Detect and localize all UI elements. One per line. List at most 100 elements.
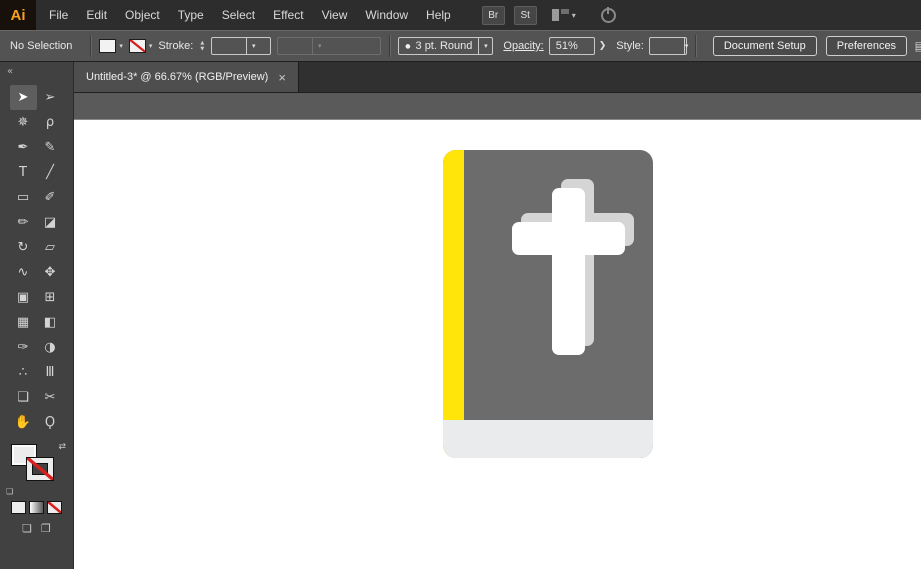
hand-tool[interactable]: ✋ [10, 410, 37, 435]
pasteboard [74, 93, 921, 120]
stroke-chevron-icon[interactable]: ▾ [149, 42, 153, 50]
bridge-button[interactable]: Br [481, 5, 505, 25]
document-setup-button[interactable]: Document Setup [712, 36, 817, 56]
free-transform-tool[interactable]: ✥ [37, 260, 64, 285]
separator [694, 35, 696, 57]
slice-tool[interactable]: ✂ [37, 385, 64, 410]
variable-width-profile-dropdown: ▾ [277, 37, 382, 55]
book-pages [443, 420, 653, 458]
workspace-switcher[interactable]: ▾ [551, 9, 576, 21]
scale-tool[interactable]: ▱ [37, 235, 64, 260]
stroke-swatch[interactable] [27, 458, 53, 480]
preferences-button[interactable]: Preferences [825, 36, 908, 56]
cross-icon [512, 222, 625, 255]
draw-behind-icon[interactable]: ❐ [41, 522, 51, 535]
book-spine [443, 150, 464, 458]
opacity-field[interactable]: 51% [548, 37, 595, 55]
line-segment-tool[interactable]: ╱ [37, 160, 64, 185]
shaper-tool[interactable]: ✎ [37, 135, 64, 160]
menu-type[interactable]: Type [169, 0, 213, 30]
perspective-grid-tool[interactable]: ⊞ [37, 285, 64, 310]
chevron-down-icon: ▾ [571, 10, 576, 20]
eraser-tool[interactable]: ◪ [37, 210, 64, 235]
stroke-weight-stepper[interactable]: ▲ ▼ [196, 37, 208, 55]
paintbrush-tool[interactable]: ✐ [37, 185, 64, 210]
document-tab-bar: Untitled-3* @ 66.67% (RGB/Preview) × [74, 62, 921, 93]
chevron-down-icon[interactable]: ▾ [478, 38, 492, 54]
fill-chevron-icon[interactable]: ▾ [119, 42, 123, 50]
menu-edit[interactable]: Edit [77, 0, 116, 30]
chevron-down-icon: ▾ [312, 38, 326, 54]
mesh-tool[interactable]: ▦ [10, 310, 37, 335]
menu-window[interactable]: Window [356, 0, 417, 30]
menu-effect[interactable]: Effect [264, 0, 312, 30]
panel-edge-icon[interactable]: ▤ [915, 39, 921, 53]
illustrator-logo: Ai [0, 0, 36, 30]
separator [389, 35, 391, 57]
opacity-label[interactable]: Opacity: [503, 40, 543, 52]
stroke-label: Stroke: [158, 40, 194, 52]
menu-select[interactable]: Select [213, 0, 264, 30]
direct-selection-tool[interactable]: ➢ [37, 85, 64, 110]
stroke-weight-dropdown[interactable]: ▾ [211, 37, 272, 55]
menu-file[interactable]: File [40, 0, 77, 30]
pencil-tool[interactable]: ✏ [10, 210, 37, 235]
power-icon[interactable] [600, 6, 616, 23]
type-tool[interactable]: T [10, 160, 37, 185]
lasso-tool[interactable]: ρ [37, 110, 64, 135]
column-graph-tool[interactable]: Ⅲ [37, 360, 64, 385]
rectangle-tool[interactable]: ▭ [10, 185, 37, 210]
brush-preset: ● 3 pt. Round [405, 40, 473, 52]
drawing-mode-buttons: ❏ ❐ [0, 522, 73, 535]
brush-definition-dropdown[interactable]: ● 3 pt. Round ▾ [398, 37, 494, 55]
symbol-sprayer-tool[interactable]: ∴ [10, 360, 37, 385]
pen-tool[interactable]: ✒ [10, 135, 37, 160]
menu-help[interactable]: Help [417, 0, 460, 30]
blend-tool[interactable]: ◑ [37, 335, 64, 360]
tool-grid: ➤ ➢ ✵ ρ ✒ ✎ T ╱ ▭ ✐ ✏ ◪ ↻ ▱ ∿ ✥ ▣ ⊞ ▦ ◧ … [9, 85, 64, 435]
selection-tool[interactable]: ➤ [9, 85, 37, 110]
magic-wand-tool[interactable]: ✵ [10, 110, 37, 135]
stroke-color-swatch[interactable] [128, 39, 146, 53]
rotate-tool[interactable]: ↻ [10, 235, 37, 260]
swap-fill-stroke-icon[interactable]: ⇄ [58, 442, 66, 452]
fill-stroke-controls: ⇄ ❏ [0, 441, 73, 497]
document-tab[interactable]: Untitled-3* @ 66.67% (RGB/Preview) × [74, 62, 299, 92]
gradient-tool[interactable]: ◧ [37, 310, 64, 335]
style-dropdown[interactable]: ▾ [648, 37, 688, 55]
main-menu: File Edit Object Type Select Effect View… [40, 0, 460, 30]
opacity-flyout-icon[interactable]: ❯ [599, 41, 607, 51]
tools-panel: « ➤ ➢ ✵ ρ ✒ ✎ T ╱ ▭ ✐ ✏ ◪ ↻ ▱ ∿ ✥ ▣ ⊞ ▦ … [0, 62, 74, 569]
width-tool[interactable]: ∿ [10, 260, 37, 285]
color-button[interactable] [11, 501, 26, 514]
stepper-down-icon[interactable]: ▼ [200, 46, 204, 52]
chevron-down-icon[interactable]: ▾ [246, 38, 260, 54]
menu-object[interactable]: Object [116, 0, 169, 30]
zoom-tool[interactable]: Ϙ [37, 410, 64, 435]
control-bar: No Selection ▾ ▾ Stroke: ▲ ▼ ▾ ▾ ● 3 pt.… [0, 30, 921, 62]
menu-view[interactable]: View [313, 0, 357, 30]
document-tab-title: Untitled-3* @ 66.67% (RGB/Preview) [86, 71, 269, 83]
brush-preview-icon: ● [405, 42, 411, 50]
chevron-down-icon[interactable]: ▾ [683, 38, 688, 54]
fill-color-swatch[interactable] [99, 39, 117, 53]
menu-bar: Ai File Edit Object Type Select Effect V… [0, 0, 921, 30]
shape-builder-tool[interactable]: ▣ [10, 285, 37, 310]
opacity-value[interactable]: 51% [550, 40, 584, 52]
default-swatches-icon[interactable]: ❏ [6, 487, 13, 496]
separator [90, 35, 92, 57]
collapse-panel-icon[interactable]: « [0, 62, 73, 79]
selection-status: No Selection [10, 40, 73, 52]
none-button[interactable] [47, 501, 62, 514]
draw-normal-icon[interactable]: ❏ [22, 522, 32, 535]
stock-button[interactable]: St [513, 5, 537, 25]
artboard-tool[interactable]: ❏ [10, 385, 37, 410]
workspace-layout-icon [551, 9, 569, 21]
eyedropper-tool[interactable]: ✑ [10, 335, 37, 360]
bible-artwork[interactable] [443, 150, 653, 458]
style-label[interactable]: Style: [616, 40, 644, 52]
close-icon[interactable]: × [278, 71, 286, 84]
cross-icon [552, 188, 585, 355]
color-mode-buttons [0, 501, 73, 514]
gradient-button[interactable] [29, 501, 44, 514]
